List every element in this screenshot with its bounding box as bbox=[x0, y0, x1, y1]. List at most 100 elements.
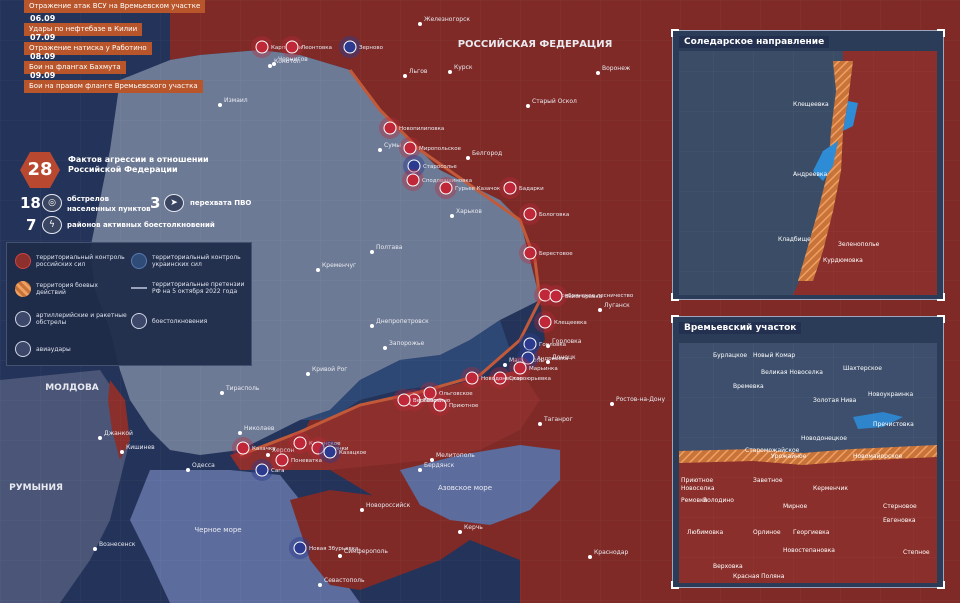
shelling-label: обстрелов населенных пунктов bbox=[67, 195, 151, 213]
city-dot bbox=[218, 103, 222, 107]
city-dot bbox=[370, 250, 374, 254]
city-label: Николаев bbox=[244, 425, 275, 432]
inset-place-label: Красная Поляна bbox=[733, 573, 785, 580]
city-label: Краснодар bbox=[594, 549, 628, 556]
marker-label: Зерново bbox=[359, 45, 384, 51]
inset-soledar[interactable]: Соледарское направление Клещеевка Андреев… bbox=[671, 29, 945, 301]
city-label: Луганск bbox=[604, 302, 630, 309]
city-dot bbox=[448, 70, 452, 74]
marker-label: Белогоровка bbox=[565, 294, 602, 300]
city-label: Кременчуг bbox=[322, 262, 356, 269]
city-dot bbox=[120, 450, 124, 454]
city-dot bbox=[418, 22, 422, 26]
marker-icon bbox=[513, 361, 527, 375]
marker-label: Новодонецкое bbox=[481, 376, 524, 382]
corner-bl bbox=[671, 581, 679, 589]
inset-place-label: Зеленополье bbox=[838, 241, 880, 248]
inset-soledar-title: Соледарское направление bbox=[679, 36, 830, 48]
label-black-sea: Черное море bbox=[194, 526, 241, 534]
marker-icon bbox=[397, 393, 411, 407]
marker-label: Берестовое bbox=[539, 251, 573, 257]
target-icon: ◎ bbox=[42, 194, 62, 212]
marker-label: Сага bbox=[271, 468, 284, 474]
legend-russian-text: территориальный контроль российских сил bbox=[36, 254, 125, 268]
marker-label: Горловка bbox=[539, 342, 566, 348]
marker-icon bbox=[293, 436, 307, 450]
marker-label: Марьинка bbox=[529, 366, 558, 372]
city-dot bbox=[458, 530, 462, 534]
inset-place-label: Володино bbox=[703, 497, 734, 504]
city-label: Кривой Рог bbox=[312, 366, 347, 373]
city-dot bbox=[316, 268, 320, 272]
inset-place-label: Новомайорское bbox=[853, 453, 903, 460]
inset-place-label: Новоселка bbox=[681, 485, 715, 492]
city-dot bbox=[338, 554, 342, 558]
inset-place-label: Приютное bbox=[681, 477, 714, 484]
marker-icon bbox=[255, 40, 269, 54]
marker-label: Миропольское bbox=[419, 146, 462, 152]
news-item[interactable]: Отражение атак ВСУ на Времьевском участк… bbox=[24, 0, 206, 13]
marker-label: Старосолье bbox=[423, 164, 457, 170]
city-dot bbox=[430, 458, 434, 462]
legend: территориальный контроль российских сил … bbox=[6, 242, 252, 366]
marker-icon bbox=[465, 371, 479, 385]
inset-place-label: Клещеевка bbox=[793, 101, 829, 108]
city-label: Мелитополь bbox=[436, 452, 475, 459]
city-dot bbox=[403, 74, 407, 78]
city-label: Одесса bbox=[192, 462, 215, 469]
marker-label: Бологовка bbox=[539, 212, 569, 218]
marker-label: Клещеевка bbox=[554, 320, 587, 326]
city-label: Тирасполь bbox=[225, 385, 260, 392]
city-label: Конотоп bbox=[274, 58, 301, 65]
city-label: Кишинев bbox=[126, 444, 155, 451]
inset-vremevka[interactable]: Времьевский участок Бурлацкое Новый Комар… bbox=[671, 315, 945, 589]
inset-place-label: Шахтерское bbox=[843, 365, 882, 372]
city-dot bbox=[598, 308, 602, 312]
inset-place-label: Керменчик bbox=[813, 485, 848, 492]
legend-artillery: артиллерийские и ракетные обстрелы bbox=[15, 311, 127, 327]
inset-place-label: Бурлацкое bbox=[713, 352, 748, 359]
city-label: Воронеж bbox=[602, 65, 631, 72]
marker-label: Гурьев Казачок bbox=[455, 186, 501, 192]
marker-icon bbox=[503, 181, 517, 195]
legend-clashes-text: боестолкновения bbox=[152, 317, 208, 325]
city-label: Курск bbox=[454, 64, 473, 71]
inset-place-label: Кладбище bbox=[778, 236, 811, 243]
inset-place-label: Георгиевка bbox=[793, 529, 830, 536]
legend-combat-zone: территория боевых действий bbox=[15, 281, 127, 297]
corner-tl bbox=[671, 315, 679, 323]
city-label: Новороссийск bbox=[366, 502, 411, 509]
news-item[interactable]: Бои на правом фланге Времьевского участк… bbox=[24, 80, 203, 93]
city-dot bbox=[450, 214, 454, 218]
inset-vremevka-title: Времьевский участок bbox=[679, 322, 802, 334]
marker-label: Вербовое bbox=[413, 398, 441, 404]
inset-place-label: Стерновое bbox=[883, 503, 917, 510]
aggression-label: Фактов агрессии в отношении Российской Ф… bbox=[68, 155, 209, 174]
city-label: Старый Оскол bbox=[532, 98, 577, 105]
legend-claims-text: территориальные претензии РФ на 5 октябр… bbox=[152, 281, 245, 295]
city-label: Запорожье bbox=[389, 340, 425, 347]
corner-br bbox=[937, 581, 945, 589]
city-label: Белгород bbox=[472, 150, 502, 157]
inset-place-label: Степное bbox=[903, 549, 930, 556]
marker-icon bbox=[285, 40, 299, 54]
legend-ukrainian-swatch bbox=[131, 253, 147, 269]
city-label: Харьков bbox=[456, 208, 482, 215]
city-dot bbox=[588, 555, 592, 559]
corner-tr bbox=[937, 315, 945, 323]
city-label: Ростов-на-Дону bbox=[616, 396, 666, 403]
city-dot bbox=[238, 431, 242, 435]
city-dot bbox=[466, 156, 470, 160]
news-date: 08.09 bbox=[30, 52, 56, 61]
city-dot bbox=[268, 64, 272, 68]
marker-icon bbox=[255, 463, 269, 477]
inset-place-label: Новодонецкое bbox=[801, 435, 847, 442]
city-dot bbox=[526, 104, 530, 108]
inset-place-label: Урожайное bbox=[771, 453, 807, 460]
city-label: Полтава bbox=[376, 244, 403, 251]
inset-place-label: Орлиное bbox=[753, 529, 781, 536]
missile-icon: ➤ bbox=[164, 194, 184, 212]
inset-place-label: Золотая Нива bbox=[813, 397, 857, 404]
inset-place-label: Андреевка bbox=[793, 171, 828, 178]
legend-ukrainian-text: территориальный контроль украинских сил bbox=[152, 254, 241, 268]
